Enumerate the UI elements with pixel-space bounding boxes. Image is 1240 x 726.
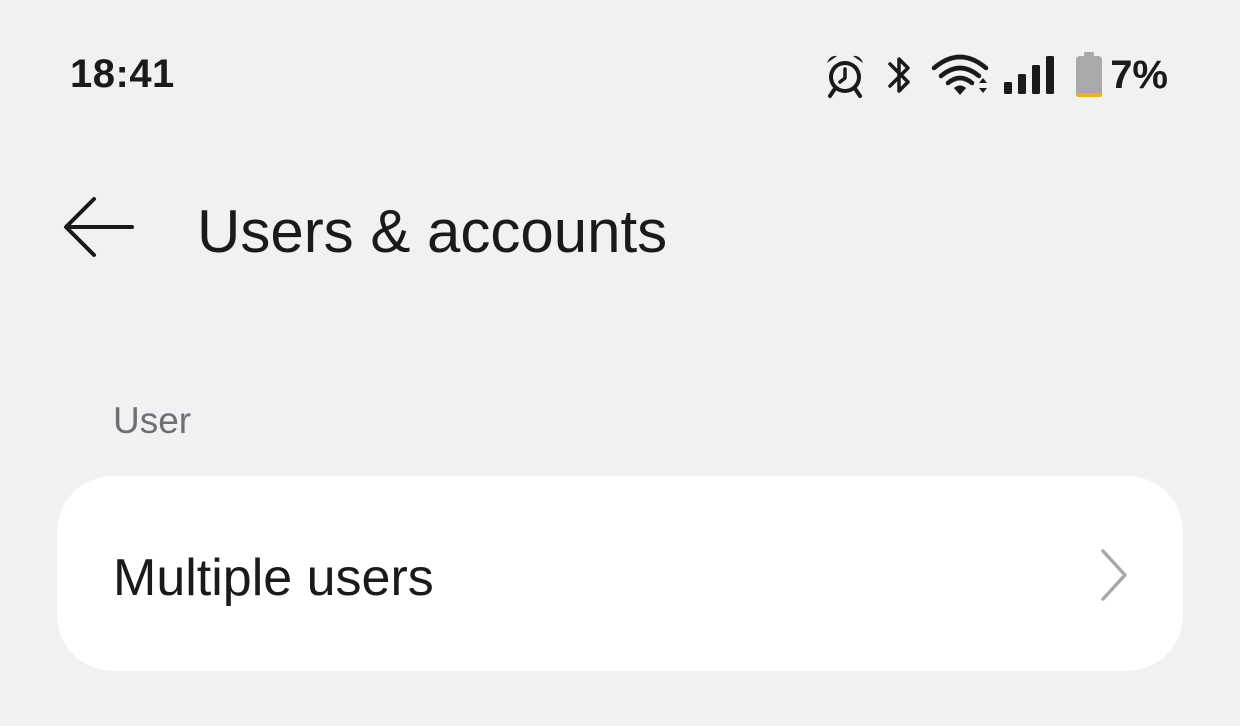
wifi-icon <box>930 50 992 100</box>
app-bar: Users & accounts <box>0 175 1240 285</box>
status-icons: 7% <box>820 50 1168 100</box>
back-arrow-icon <box>60 195 136 264</box>
list-item-label: Multiple users <box>113 549 434 607</box>
alarm-icon <box>820 50 870 100</box>
bluetooth-icon <box>882 50 918 100</box>
battery-percent: 7% <box>1110 53 1168 97</box>
section-header-user: User <box>113 400 192 441</box>
battery-icon <box>1074 50 1104 100</box>
page-title: Users & accounts <box>197 198 668 265</box>
cellular-signal-icon <box>1002 50 1058 100</box>
status-bar: 18:41 7% <box>0 0 1240 150</box>
settings-screen: 18:41 7% Users & accounts User Multiple … <box>0 0 1240 726</box>
settings-card: Multiple users <box>57 476 1183 671</box>
back-button[interactable] <box>52 189 144 269</box>
chevron-right-icon <box>1097 547 1131 603</box>
list-item-multiple-users[interactable]: Multiple users <box>57 476 1183 671</box>
status-time: 18:41 <box>70 52 175 96</box>
